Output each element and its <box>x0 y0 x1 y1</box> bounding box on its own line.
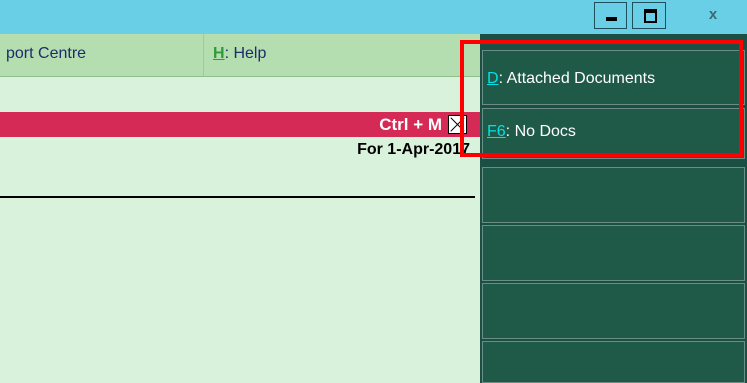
menu-item-help[interactable]: H: Help <box>213 34 266 76</box>
main-area: port Centre H: Help Ctrl + M For 1-Apr-2… <box>0 34 480 383</box>
maximize-button[interactable] <box>632 2 666 29</box>
panel-button-4[interactable] <box>482 225 745 281</box>
minimize-icon <box>606 17 617 21</box>
shortcut-label: Ctrl + M <box>379 115 442 134</box>
panel-button-5[interactable] <box>482 283 745 339</box>
minimize-button[interactable] <box>594 2 627 29</box>
highlight-box <box>460 40 743 157</box>
panel-button-3[interactable] <box>482 167 745 223</box>
menu-bar: port Centre H: Help <box>0 34 480 77</box>
menu-item-support-centre[interactable]: port Centre <box>6 34 86 76</box>
title-bar: x <box>0 0 747 34</box>
divider <box>0 196 475 198</box>
header-bar: Ctrl + M <box>0 112 480 137</box>
close-icon: x <box>708 6 718 23</box>
period-label: For 1-Apr-2017 <box>357 141 470 158</box>
help-label: : Help <box>224 45 267 62</box>
maximize-icon <box>644 9 657 23</box>
help-hotkey: H <box>213 45 225 62</box>
panel-button-6[interactable] <box>482 341 745 383</box>
close-button[interactable]: x <box>689 2 737 29</box>
menu-separator <box>203 34 204 76</box>
